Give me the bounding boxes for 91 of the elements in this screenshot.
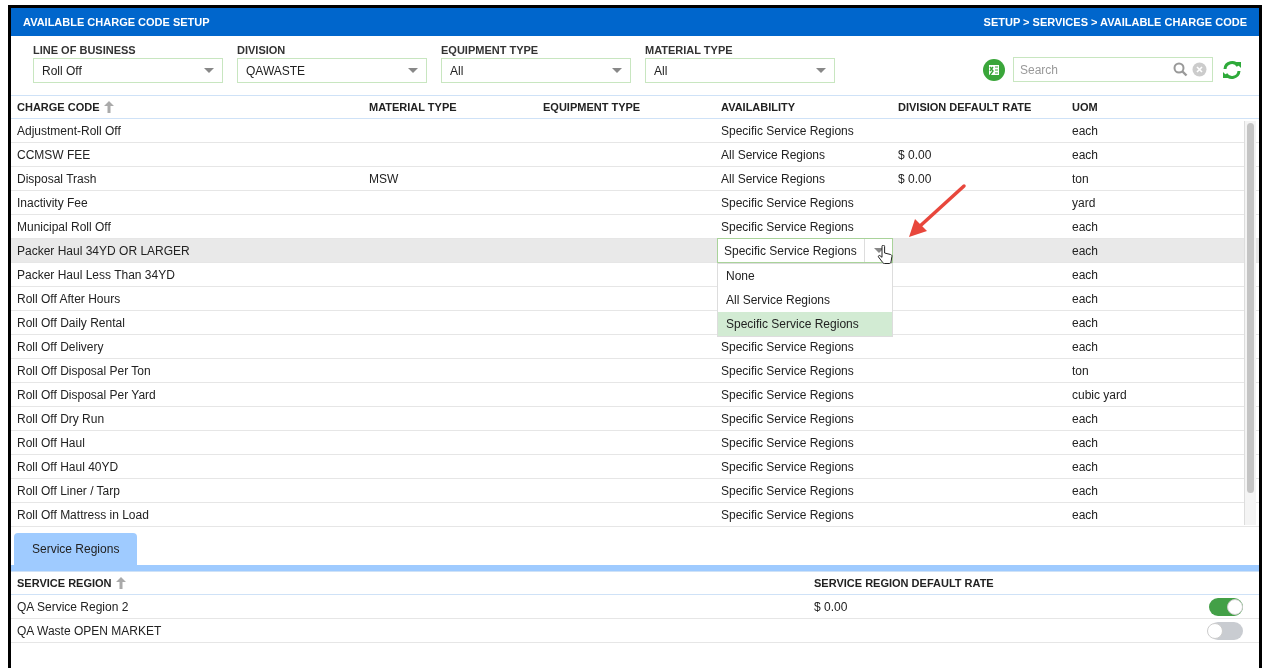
- table-cell-text: QA Service Region 2: [17, 598, 130, 616]
- table-cell-text: Inactivity Fee: [17, 195, 89, 212]
- table-cell-text: each: [1072, 339, 1100, 356]
- column-header[interactable]: SERVICE REGION: [17, 574, 112, 592]
- column-header: MATERIAL TYPE: [369, 99, 457, 115]
- table-cell-text: Packer Haul Less Than 34YD: [17, 267, 176, 284]
- table-cell-text: Roll Off After Hours: [17, 291, 122, 308]
- table-cell-text: Specific Service Regions: [721, 507, 854, 524]
- table-cell-text: each: [1072, 507, 1100, 524]
- filter-label: EQUIPMENT TYPE: [441, 43, 540, 58]
- table-cell-text: $ 0.00: [898, 171, 933, 188]
- table-cell-text: cubic yard: [1072, 387, 1128, 404]
- table-cell-text: Specific Service Regions: [721, 339, 854, 356]
- caret-icon: [408, 68, 418, 73]
- filter-dropdown[interactable]: All: [645, 58, 835, 83]
- table-cell-text: yard: [1072, 195, 1097, 212]
- caret-icon: [204, 68, 214, 73]
- table-cell-text: MSW: [369, 171, 400, 188]
- table-cell-text: Roll Off Dry Run: [17, 411, 106, 428]
- table-cell-text: each: [1072, 315, 1100, 332]
- table-cell-text: each: [1072, 243, 1100, 260]
- table-cell-text: Roll Off Delivery: [17, 339, 105, 356]
- table-cell-text: Specific Service Regions: [721, 411, 854, 428]
- table-cell-text: Roll Off Haul 40YD: [17, 459, 120, 476]
- table-cell-text: each: [1072, 291, 1100, 308]
- table-cell-text: CCMSW FEE: [17, 147, 92, 164]
- availability-dropdown[interactable]: Specific Service Regions: [717, 238, 893, 263]
- toggle-switch[interactable]: [1209, 621, 1243, 640]
- sort-arrow-icon[interactable]: [103, 101, 114, 113]
- table-cell-text: Specific Service Regions: [721, 123, 854, 140]
- dropdown-option[interactable]: None: [718, 264, 892, 288]
- caret-icon: [612, 68, 622, 73]
- table-cell-text: Specific Service Regions: [721, 195, 854, 212]
- dropdown-option[interactable]: All Service Regions: [718, 288, 892, 312]
- table-cell-text: Roll Off Mattress in Load: [17, 507, 150, 524]
- table-cell-text: Municipal Roll Off: [17, 219, 112, 236]
- table-cell-text: $ 0.00: [898, 147, 933, 164]
- breadcrumb-path: SETUP > SERVICES > AVAILABLE CHARGE CODE: [983, 14, 1247, 30]
- table-cell-text: Adjustment-Roll Off: [17, 123, 122, 140]
- table-cell-text: each: [1072, 411, 1100, 428]
- table-cell-text: each: [1072, 219, 1100, 236]
- table-cell-text: Roll Off Haul: [17, 435, 86, 452]
- scrollbar-thumb[interactable]: [1247, 123, 1254, 493]
- table-cell-text: Packer Haul 34YD OR LARGER: [17, 243, 191, 260]
- table-cell-text: Specific Service Regions: [721, 459, 854, 476]
- table-cell-text: each: [1072, 123, 1100, 140]
- column-header: AVAILABILITY: [721, 99, 796, 115]
- search-field[interactable]: Search: [1013, 57, 1213, 82]
- scrollbar-track[interactable]: [1244, 121, 1256, 525]
- table-cell-text: Roll Off Liner / Tarp: [17, 483, 121, 500]
- table-cell-text: $ 0.00: [814, 598, 849, 616]
- table-cell-text: Roll Off Disposal Per Ton: [17, 363, 152, 380]
- table-cell-text: each: [1072, 147, 1100, 164]
- filter-dropdown[interactable]: All: [441, 58, 631, 83]
- sort-arrow-icon[interactable]: [115, 577, 126, 589]
- caret-icon: [816, 68, 826, 73]
- toggle-switch[interactable]: [1209, 597, 1243, 616]
- table-cell-text: ton: [1072, 171, 1090, 188]
- table-cell-text: ton: [1072, 363, 1090, 380]
- table-cell-text: each: [1072, 435, 1100, 452]
- table-cell-text: Specific Service Regions: [721, 483, 854, 500]
- column-header: SERVICE REGION DEFAULT RATE: [814, 575, 994, 591]
- table-cell-text: QA Waste OPEN MARKET: [17, 622, 163, 640]
- column-header[interactable]: CHARGE CODE: [17, 98, 100, 116]
- column-header: UOM: [1072, 99, 1098, 115]
- filter-label: DIVISION: [237, 43, 287, 58]
- filter-dropdown[interactable]: QAWASTE: [237, 58, 427, 83]
- column-header: EQUIPMENT TYPE: [543, 99, 641, 115]
- column-header: DIVISION DEFAULT RATE: [898, 99, 1032, 115]
- table-cell-text: Roll Off Disposal Per Yard: [17, 387, 157, 404]
- filter-dropdown[interactable]: Roll Off: [33, 58, 223, 83]
- table-cell-text: Roll Off Daily Rental: [17, 315, 126, 332]
- table-cell-text: All Service Regions: [721, 147, 826, 164]
- table-cell-text: Specific Service Regions: [721, 363, 854, 380]
- dropdown-option[interactable]: Specific Service Regions: [718, 312, 892, 336]
- table-cell-text: Specific Service Regions: [721, 219, 854, 236]
- spreadsheet-export-icon[interactable]: [983, 58, 1005, 81]
- table-cell-text: each: [1072, 267, 1100, 284]
- page-title: AVAILABLE CHARGE CODE SETUP: [23, 14, 210, 30]
- refresh-icon[interactable]: [1221, 58, 1243, 81]
- clear-icon[interactable]: [1192, 62, 1207, 77]
- filter-label: LINE OF BUSINESS: [33, 43, 137, 58]
- table-cell-text: Specific Service Regions: [721, 435, 854, 452]
- table-cell-text: Disposal Trash: [17, 171, 98, 188]
- table-cell-text: each: [1072, 459, 1100, 476]
- search-icon[interactable]: [1173, 62, 1188, 77]
- table-cell-text: each: [1072, 483, 1100, 500]
- filter-label: MATERIAL TYPE: [645, 43, 734, 58]
- table-cell-text: All Service Regions: [721, 171, 826, 188]
- tab[interactable]: Service Regions: [14, 533, 138, 565]
- table-cell-text: Specific Service Regions: [721, 387, 854, 404]
